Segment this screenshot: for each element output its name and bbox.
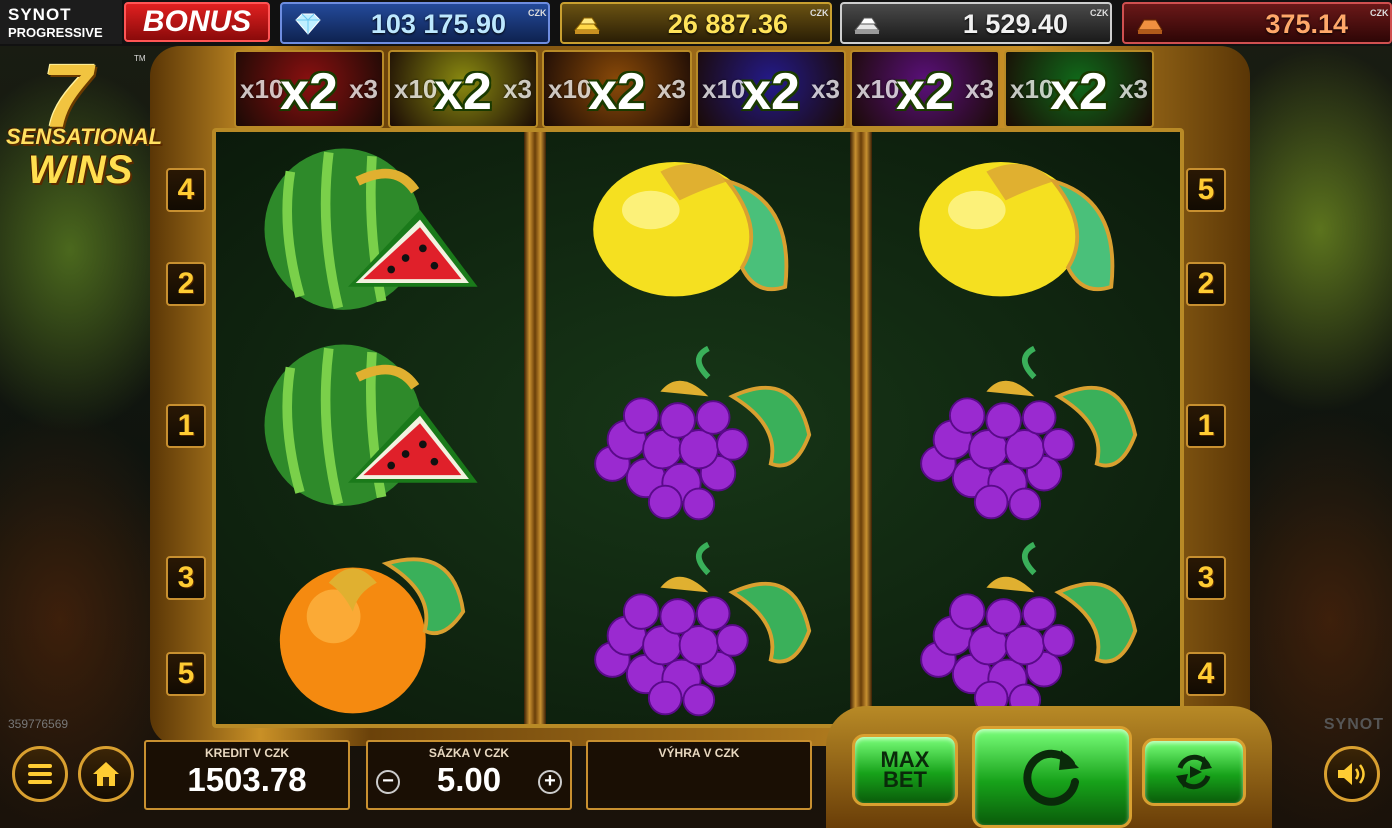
autoplay-icon — [1176, 754, 1212, 790]
reels — [216, 132, 1180, 724]
multiplier-small-right: x3 — [503, 74, 532, 104]
reel-symbol-lemon — [574, 140, 814, 328]
sound-button[interactable] — [1324, 746, 1380, 802]
menu-button[interactable] — [12, 746, 68, 802]
jackpot-silver-currency: CZK — [1090, 8, 1109, 18]
payline-number-right: 4 — [1186, 652, 1226, 696]
payline-number-right: 5 — [1186, 168, 1226, 212]
brand-bottom: PROGRESSIVE — [8, 25, 103, 40]
payline-number-left: 3 — [166, 556, 206, 600]
payline-number-left: 1 — [166, 404, 206, 448]
multiplier-small-right: x3 — [349, 74, 378, 104]
synot-progressive-logo: SYNOT PROGRESSIVE — [0, 0, 122, 44]
reel-symbol-grapes — [574, 336, 814, 524]
bet-decrease-button[interactable]: − — [376, 770, 400, 794]
win-label: VÝHRA V CZK — [658, 746, 740, 760]
spin-button[interactable] — [972, 726, 1132, 828]
credit-value: 1503.78 — [187, 761, 307, 798]
home-button[interactable] — [78, 746, 134, 802]
reel-separator — [850, 132, 872, 724]
reel-symbol-grapes — [900, 532, 1140, 720]
orange-icon — [279, 557, 466, 714]
reel-symbol-grapes — [900, 336, 1140, 524]
reel-symbol-orange — [252, 532, 492, 720]
menu-icon — [28, 764, 52, 784]
jackpot-silver-value: 1 529.40 — [962, 9, 1068, 39]
payline-number-left: 4 — [166, 168, 206, 212]
multiplier-small-right: x3 — [811, 74, 840, 104]
payline-number-left: 5 — [166, 652, 206, 696]
reel-symbol-lemon — [900, 140, 1140, 328]
credit-label: KREDIT V CZK — [205, 746, 289, 760]
jackpot-gold-value: 26 887.36 — [667, 9, 788, 39]
autoplay-button[interactable] — [1142, 738, 1246, 806]
bonus-logo: BONUS — [124, 2, 270, 42]
jackpot-bar: SYNOT PROGRESSIVE BONUS 103 175.90 CZK 2… — [0, 0, 1392, 46]
grapes-icon — [594, 541, 812, 717]
credit-panel: KREDIT V CZK 1503.78 — [144, 740, 350, 810]
diamond-icon — [295, 13, 321, 35]
grapes-icon — [920, 541, 1138, 717]
win-panel: VÝHRA V CZK — [586, 740, 812, 810]
reel-symbol-grapes — [574, 532, 814, 720]
home-icon — [93, 762, 119, 786]
payline-number-right: 2 — [1186, 262, 1226, 306]
max-bet-button[interactable]: MAX BET — [852, 734, 958, 806]
payline-number-left: 2 — [166, 262, 206, 306]
jackpot-gold-currency: CZK — [810, 8, 829, 18]
payline-number-right: 1 — [1186, 404, 1226, 448]
multiplier-small-right: x3 — [965, 74, 994, 104]
game-screen: SYNOT PROGRESSIVE BONUS 103 175.90 CZK 2… — [0, 0, 1392, 828]
spin-arrow-icon — [1023, 749, 1079, 806]
max-bet-line2: BET — [882, 767, 927, 792]
jackpot-blue-value: 103 175.90 — [370, 9, 506, 39]
jackpot-blue: 103 175.90 CZK — [280, 2, 550, 44]
lemon-icon — [919, 162, 1115, 297]
jackpot-blue-currency: CZK — [528, 8, 547, 18]
bet-panel: SÁZKA V CZK 5.00 − + — [366, 740, 572, 810]
payline-number-right: 3 — [1186, 556, 1226, 600]
bronze-bar-icon — [1137, 19, 1163, 34]
logo-tm: TM — [134, 54, 146, 63]
reel-symbol-watermelon — [252, 336, 492, 524]
multiplier-small-right: x3 — [657, 74, 686, 104]
bet-label: SÁZKA V CZK — [428, 746, 510, 760]
multiplier-small-right: x3 — [1119, 74, 1148, 104]
bet-increase-button[interactable]: + — [538, 770, 562, 794]
multiplier-tile: x10 x2 x3 — [388, 50, 538, 128]
gold-bars-icon — [573, 17, 601, 34]
jackpot-bronze: 375.14 CZK — [1122, 2, 1392, 44]
silver-bars-icon — [853, 17, 881, 34]
jackpot-silver: 1 529.40 CZK — [840, 2, 1112, 44]
synot-watermark: SYNOT — [1323, 716, 1384, 733]
multiplier-tile: x10 x2 x3 — [234, 50, 384, 128]
reel-separator — [524, 132, 546, 724]
multiplier-tile: x10 x2 x3 — [1004, 50, 1154, 128]
game-id: 359776569 — [8, 717, 69, 731]
multiplier-tile: x10 x2 x3 — [850, 50, 1000, 128]
speaker-icon — [1338, 763, 1365, 785]
multiplier-tile: x10 x2 x3 — [542, 50, 692, 128]
reel-symbol-watermelon — [252, 140, 492, 328]
logo-wins: WINS — [28, 148, 133, 192]
brand-top: SYNOT — [8, 5, 72, 24]
watermelon-icon — [264, 148, 478, 310]
grapes-icon — [920, 345, 1138, 521]
game-logo: 7 TM SENSATIONAL WINS — [2, 47, 170, 202]
grapes-icon — [594, 345, 812, 521]
lemon-icon — [593, 162, 789, 297]
jackpot-bronze-currency: CZK — [1370, 8, 1389, 18]
logo-sensational: SENSATIONAL — [6, 124, 163, 149]
reel-area — [212, 128, 1184, 728]
jackpot-gold: 26 887.36 CZK — [560, 2, 832, 44]
jackpot-bronze-value: 375.14 — [1265, 9, 1348, 39]
multiplier-tile: x10 x2 x3 — [696, 50, 846, 128]
watermelon-icon — [264, 344, 478, 506]
